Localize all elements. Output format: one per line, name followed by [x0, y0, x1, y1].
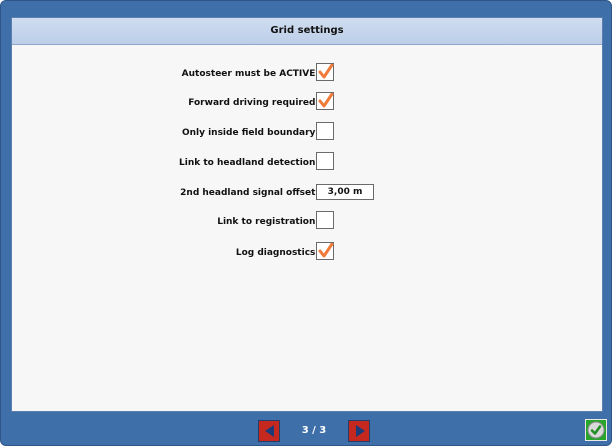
setting-row-forward-driving: Forward driving required:: [12, 92, 602, 114]
check-icon: [318, 93, 334, 108]
setting-label: Link to headland detection:: [179, 158, 319, 168]
setting-row-headland-detection: Link to headland detection:: [12, 152, 602, 174]
confirm-button[interactable]: [585, 419, 607, 441]
window-frame: Grid settings Autosteer must be ACTIVE: …: [0, 0, 612, 446]
next-page-button[interactable]: [348, 420, 370, 442]
setting-label: 2nd headland signal offset:: [180, 188, 319, 198]
setting-row-headland-offset: 2nd headland signal offset: 3,00 m: [12, 182, 602, 204]
field-boundary-checkbox[interactable]: [316, 122, 334, 140]
check-icon: [318, 243, 334, 258]
triangle-right-icon: [356, 425, 365, 437]
setting-label: Log diagnostics:: [235, 248, 319, 258]
registration-checkbox[interactable]: [316, 211, 334, 229]
forward-driving-checkbox[interactable]: [316, 92, 334, 110]
log-diagnostics-checkbox[interactable]: [316, 242, 334, 260]
page-indicator: 3 / 3: [301, 425, 327, 436]
setting-row-autosteer-active: Autosteer must be ACTIVE:: [12, 63, 602, 85]
setting-row-log-diagnostics: Log diagnostics:: [12, 242, 602, 264]
grid-settings-panel: Grid settings Autosteer must be ACTIVE: …: [11, 17, 603, 412]
panel-title: Grid settings: [12, 18, 602, 45]
previous-page-button[interactable]: [258, 420, 280, 442]
checkmark-icon: [587, 421, 605, 439]
setting-label: Link to registration:: [217, 217, 319, 227]
autosteer-active-checkbox[interactable]: [316, 63, 334, 81]
setting-label: Forward driving required:: [188, 98, 319, 108]
setting-label: Only inside field boundary:: [181, 128, 319, 138]
setting-label: Autosteer must be ACTIVE:: [181, 69, 319, 79]
headland-detection-checkbox[interactable]: [316, 152, 334, 170]
triangle-left-icon: [265, 425, 274, 437]
headland-offset-field[interactable]: 3,00 m: [316, 184, 374, 200]
setting-row-field-boundary: Only inside field boundary:: [12, 122, 602, 144]
check-icon: [318, 64, 334, 79]
setting-row-registration: Link to registration:: [12, 211, 602, 233]
footer-bar: 3 / 3: [1, 411, 611, 445]
